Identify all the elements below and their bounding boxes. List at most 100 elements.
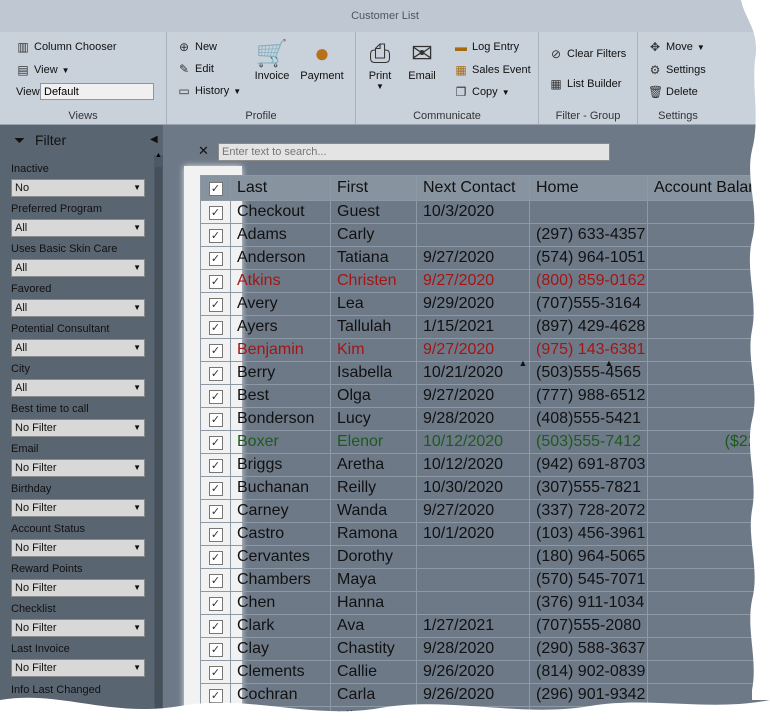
row-checkbox[interactable]: ✓ — [208, 390, 223, 404]
cell-next[interactable]: 1/15/2021 — [416, 315, 530, 339]
cell-first[interactable]: Kim — [330, 338, 417, 362]
cell-last[interactable]: Briggs — [230, 453, 331, 477]
cell-home[interactable]: (777) 988-6512 — [529, 384, 648, 408]
filter-select[interactable]: No Filter ▼ — [11, 619, 145, 637]
cell-first[interactable]: Lil — [330, 706, 417, 728]
row-checkbox[interactable]: ✓ — [208, 712, 223, 726]
row-checkbox-cell[interactable]: ✓ — [200, 476, 231, 500]
cell-bal[interactable] — [647, 614, 770, 638]
cell-bal[interactable] — [647, 407, 770, 431]
row-checkbox-cell[interactable]: ✓ — [200, 499, 231, 523]
row-checkbox[interactable]: ✓ — [208, 252, 223, 266]
cell-first[interactable]: Carly — [330, 223, 417, 247]
cell-last[interactable]: Avery — [230, 292, 331, 316]
cell-last[interactable]: Chen — [230, 591, 331, 615]
filter-select[interactable]: All ▼ — [11, 339, 145, 357]
table-row[interactable]: ✓ Anderson Tatiana 9/27/2020 (574) 964-1051 — [200, 246, 770, 270]
cell-next[interactable]: 10/30/2020 — [416, 476, 530, 500]
log-entry-button[interactable]: ▬ Log Entry — [454, 40, 519, 54]
cell-home[interactable] — [529, 706, 648, 728]
print-button[interactable]: ⎙ Print ▼ — [362, 36, 398, 91]
cell-first[interactable]: Olga — [330, 384, 417, 408]
row-checkbox[interactable]: ✓ — [208, 413, 223, 427]
table-row[interactable]: ✓ Checkout Guest 10/3/2020 — [200, 200, 770, 224]
table-row[interactable]: ✓ Cervantes Dorothy (180) 964-5065 — [200, 545, 770, 569]
row-checkbox[interactable]: ✓ — [208, 206, 223, 220]
cell-home[interactable]: (180) 964-5065 — [529, 545, 648, 569]
cell-next[interactable]: 9/28/2020 — [416, 637, 530, 661]
table-row[interactable]: ✓ Buchanan Reilly 10/30/2020 (307)555-7821 — [200, 476, 770, 500]
row-checkbox[interactable]: ✓ — [208, 551, 223, 565]
cell-next[interactable]: 9/27/2020 — [416, 384, 530, 408]
row-checkbox-cell[interactable]: ✓ — [200, 292, 231, 316]
cell-bal[interactable] — [647, 568, 770, 592]
cell-next[interactable]: 10/12/2020 — [416, 453, 530, 477]
table-row[interactable]: ✓ Briggs Aretha 10/12/2020 (942) 691-8703 — [200, 453, 770, 477]
table-row[interactable]: ✓ Adams Carly (297) 633-4357 — [200, 223, 770, 247]
table-row[interactable]: ✓ Chambers Maya (570) 545-7071 — [200, 568, 770, 592]
cell-last[interactable]: Adams — [230, 223, 331, 247]
table-row[interactable]: ✓ Clements Callie 9/26/2020 (814) 902-0839 — [200, 660, 770, 684]
cell-bal[interactable]: $ — [647, 269, 770, 293]
history-button[interactable]: ▭ History ▼ — [177, 84, 241, 98]
cell-home[interactable] — [529, 200, 648, 224]
scroll-up-icon[interactable]: ▲ — [155, 152, 162, 159]
cell-home[interactable]: (814) 902-0839 — [529, 660, 648, 684]
filter-select[interactable]: No Filter ▼ — [11, 539, 145, 557]
table-row[interactable]: ✓ Castro Ramona 10/1/2020 (103) 456-3961 — [200, 522, 770, 546]
column-header-first[interactable]: First ▲ — [330, 175, 613, 368]
table-row[interactable]: ✓ Ayers Tallulah 1/15/2021 (897) 429-4628 — [200, 315, 770, 339]
row-checkbox-cell[interactable]: ✓ — [200, 430, 231, 454]
cell-next[interactable]: 9/28/2020 — [416, 407, 530, 431]
cell-first[interactable]: Tallulah — [330, 315, 417, 339]
cell-home[interactable]: (570) 545-7071 — [529, 568, 648, 592]
scrollbar-thumb[interactable] — [155, 167, 162, 727]
row-checkbox-cell[interactable]: ✓ — [200, 660, 231, 684]
cell-home[interactable]: (290) 588-3637 — [529, 637, 648, 661]
cell-next[interactable] — [416, 545, 530, 569]
invoice-button[interactable]: 🛒 Invoice — [251, 36, 293, 82]
cell-bal[interactable] — [647, 706, 770, 728]
cell-bal[interactable] — [647, 545, 770, 569]
cell-last[interactable]: Boxer — [230, 430, 331, 454]
row-checkbox-cell[interactable]: ✓ — [200, 269, 231, 293]
cell-bal[interactable]: $1 — [647, 338, 770, 362]
cell-home[interactable]: (800) 859-0162 — [529, 269, 648, 293]
cell-last[interactable]: Collins — [230, 706, 331, 728]
clear-search-icon[interactable]: ✕ — [198, 143, 209, 159]
filter-select[interactable]: No ▼ — [11, 179, 145, 197]
row-checkbox-cell[interactable]: ✓ — [200, 338, 231, 362]
cell-bal[interactable] — [647, 476, 770, 500]
cell-next[interactable]: 9/27/2020 — [416, 269, 530, 293]
cell-home[interactable]: (103) 456-3961 — [529, 522, 648, 546]
table-row[interactable]: ✓ Bonderson Lucy 9/28/2020 (408)555-5421 — [200, 407, 770, 431]
cell-first[interactable]: Tatiana — [330, 246, 417, 270]
cell-bal[interactable] — [647, 315, 770, 339]
row-checkbox[interactable]: ✓ — [208, 482, 223, 496]
cell-last[interactable]: Checkout — [230, 200, 331, 224]
cell-first[interactable]: Lucy — [330, 407, 417, 431]
cell-last[interactable]: Chambers — [230, 568, 331, 592]
table-row[interactable]: ✓ Carney Wanda 9/27/2020 (337) 728-2072 — [200, 499, 770, 523]
select-all-checkbox[interactable]: ✓ — [208, 182, 223, 196]
cell-last[interactable]: Anderson — [230, 246, 331, 270]
cell-bal[interactable] — [647, 683, 770, 707]
cell-home[interactable]: (297) 633-4357 — [529, 223, 648, 247]
cell-next[interactable] — [416, 706, 530, 728]
cell-home[interactable]: (296) 901-9342 — [529, 683, 648, 707]
cell-next[interactable]: 9/29/2020 — [416, 292, 530, 316]
cell-home[interactable]: (307)555-7821 — [529, 476, 648, 500]
filter-select[interactable]: All ▼ — [11, 299, 145, 317]
row-checkbox-cell[interactable]: ✓ — [200, 315, 231, 339]
filter-select[interactable]: No Filter ▼ — [11, 579, 145, 597]
cell-bal[interactable] — [647, 384, 770, 408]
cell-first[interactable]: Reilly — [330, 476, 417, 500]
cell-next[interactable]: 1/27/2021 — [416, 614, 530, 638]
cell-bal[interactable] — [647, 200, 770, 224]
cell-bal[interactable] — [647, 637, 770, 661]
cell-first[interactable]: Aretha — [330, 453, 417, 477]
filter-panel-scrollbar[interactable]: ▲ — [154, 152, 163, 728]
row-checkbox-cell[interactable]: ✓ — [200, 568, 231, 592]
cell-first[interactable]: Elenor — [330, 430, 417, 454]
row-checkbox[interactable]: ✓ — [208, 275, 223, 289]
